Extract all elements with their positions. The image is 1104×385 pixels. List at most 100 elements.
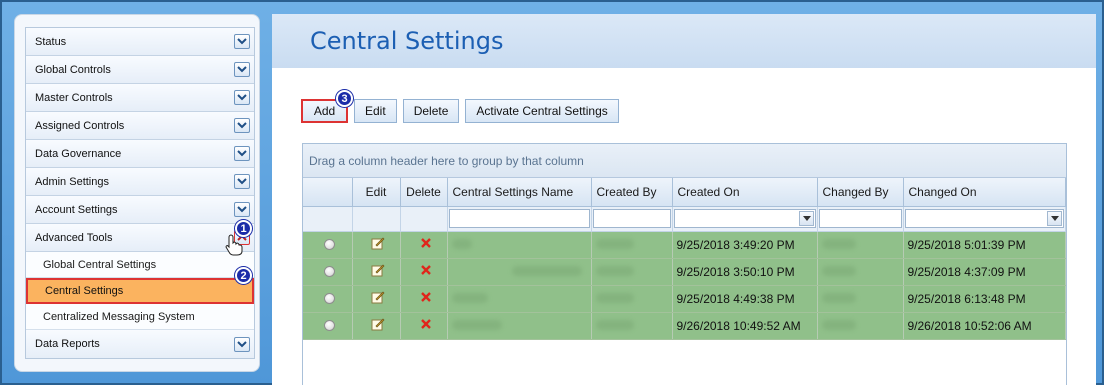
created-on-cell: 9/25/2018 3:49:20 PM <box>672 231 818 259</box>
changed-on-cell: 9/25/2018 4:37:09 PM <box>903 258 1066 286</box>
delete-icon[interactable] <box>420 318 432 330</box>
redacted-changed-by <box>821 319 856 330</box>
sidebar-subitem-global-central-settings[interactable]: Global Central Settings <box>26 252 254 278</box>
central-settings-grid: Drag a column header here to group by th… <box>302 143 1067 385</box>
delete-icon[interactable] <box>420 291 432 303</box>
sidebar-item-status[interactable]: Status <box>26 28 254 56</box>
edit-icon[interactable] <box>371 263 385 277</box>
name-filter-input[interactable] <box>448 209 590 228</box>
page-title: Central Settings <box>310 27 504 55</box>
redacted-created-by <box>595 292 634 303</box>
edit-icon[interactable] <box>371 236 385 250</box>
created-on-filter-input[interactable] <box>673 209 816 228</box>
sidebar-item-global-controls[interactable]: Global Controls <box>26 56 254 84</box>
table-row[interactable]: 9/25/2018 4:49:38 PM 9/25/2018 6:13:48 P… <box>303 285 1066 313</box>
changed-on-cell: 9/25/2018 6:13:48 PM <box>903 285 1066 313</box>
created-on-cell: 9/26/2018 10:49:52 AM <box>672 312 818 340</box>
sidebar-item-master-controls[interactable]: Master Controls <box>26 84 254 112</box>
step-badge-2: 2 <box>235 267 252 284</box>
column-header-select <box>303 178 353 207</box>
sidebar-subitem-central-settings[interactable]: Central Settings <box>26 278 254 304</box>
sidebar-item-label: Master Controls <box>35 91 113 104</box>
dropdown-arrow-icon[interactable] <box>798 211 814 226</box>
sidebar-item-assigned-controls[interactable]: Assigned Controls <box>26 112 254 140</box>
dropdown-arrow-icon[interactable] <box>1046 211 1062 226</box>
column-header-delete[interactable]: Delete <box>400 178 448 207</box>
redacted-name <box>511 265 582 276</box>
edit-icon[interactable] <box>371 317 385 331</box>
chevron-down-icon[interactable] <box>234 118 250 133</box>
row-select-radio[interactable] <box>323 239 335 250</box>
page-header: Central Settings <box>272 14 1096 68</box>
delete-icon[interactable] <box>420 237 432 249</box>
table-row[interactable]: 9/26/2018 10:49:52 AM 9/26/2018 10:52:06… <box>303 312 1066 340</box>
redacted-changed-by <box>821 238 856 249</box>
changed-by-filter-input[interactable] <box>818 209 902 228</box>
changed-on-cell: 9/26/2018 10:52:06 AM <box>903 312 1066 340</box>
column-header-created-on[interactable]: Created On <box>672 178 818 207</box>
changed-on-cell: 9/25/2018 5:01:39 PM <box>903 231 1066 259</box>
sidebar-item-label: Advanced Tools <box>35 231 113 244</box>
edit-icon[interactable] <box>371 290 385 304</box>
sidebar-item-admin-settings[interactable]: Admin Settings <box>26 168 254 196</box>
group-by-panel[interactable]: Drag a column header here to group by th… <box>303 144 1066 178</box>
redacted-changed-by <box>821 292 856 303</box>
sidebar-item-data-governance[interactable]: Data Governance <box>26 140 254 168</box>
sidebar-item-label: Account Settings <box>35 203 118 216</box>
edit-button[interactable]: Edit <box>354 99 397 123</box>
column-header-edit[interactable]: Edit <box>352 178 401 207</box>
sidebar-item-label: Admin Settings <box>35 175 109 188</box>
filter-row <box>303 206 1066 232</box>
chevron-down-icon[interactable] <box>234 202 250 217</box>
column-header-changed-by[interactable]: Changed By <box>817 178 904 207</box>
chevron-down-icon[interactable] <box>234 34 250 49</box>
row-select-radio[interactable] <box>323 266 335 277</box>
hand-cursor-icon <box>225 234 243 256</box>
column-header-changed-on[interactable]: Changed On <box>903 178 1066 207</box>
created-on-cell: 9/25/2018 3:50:10 PM <box>672 258 818 286</box>
redacted-created-by <box>595 238 634 249</box>
chevron-down-icon[interactable] <box>234 62 250 77</box>
sidebar-item-label: Assigned Controls <box>35 119 125 132</box>
chevron-down-icon[interactable] <box>234 174 250 189</box>
step-badge-3: 3 <box>336 90 353 107</box>
sidebar-item-advanced-tools[interactable]: Advanced Tools <box>26 224 254 252</box>
sidebar-subitem-label: Central Settings <box>45 285 124 297</box>
sidebar-item-label: Status <box>35 35 67 48</box>
sidebar-item-label: Data Governance <box>35 147 122 160</box>
column-header-created-by[interactable]: Created By <box>591 178 673 207</box>
redacted-created-by <box>595 319 634 330</box>
table-row[interactable]: 9/25/2018 3:49:20 PM 9/25/2018 5:01:39 P… <box>303 231 1066 259</box>
sidebar-menu: Status Global Controls Master Controls A… <box>25 27 255 359</box>
sidebar-item-label: Global Controls <box>35 63 111 76</box>
sidebar-item-label: Data Reports <box>35 338 100 350</box>
sidebar-item-data-reports[interactable]: Data Reports <box>26 330 254 358</box>
chevron-down-icon[interactable] <box>234 336 250 352</box>
sidebar-subitem-label: Global Central Settings <box>43 258 157 271</box>
step-badge-1: 1 <box>235 220 252 237</box>
sidebar-subitem-centralized-messaging-system[interactable]: Centralized Messaging System <box>26 304 254 330</box>
redacted-name <box>451 319 502 330</box>
column-header-name[interactable]: Central Settings Name <box>447 178 592 207</box>
chevron-down-icon[interactable] <box>234 146 250 161</box>
redacted-created-by <box>595 265 634 276</box>
sidebar-subitem-label: Centralized Messaging System <box>43 310 195 323</box>
row-select-radio[interactable] <box>323 320 335 331</box>
main-panel: Central Settings Add Edit Delete Activat… <box>272 14 1096 385</box>
sidebar: Status Global Controls Master Controls A… <box>14 14 260 372</box>
changed-on-filter-input[interactable] <box>904 209 1064 228</box>
created-on-cell: 9/25/2018 4:49:38 PM <box>672 285 818 313</box>
delete-button[interactable]: Delete <box>402 99 460 123</box>
redacted-name <box>451 238 472 249</box>
table-row[interactable]: 9/25/2018 3:50:10 PM 9/25/2018 4:37:09 P… <box>303 258 1066 286</box>
redacted-changed-by <box>821 265 856 276</box>
delete-icon[interactable] <box>420 264 432 276</box>
redacted-name <box>451 292 488 303</box>
sidebar-item-account-settings[interactable]: Account Settings <box>26 196 254 224</box>
activate-central-settings-button[interactable]: Activate Central Settings <box>465 99 619 123</box>
grid-table: Edit Delete Central Settings Name Create… <box>303 178 1066 340</box>
created-by-filter-input[interactable] <box>592 209 671 228</box>
row-select-radio[interactable] <box>323 293 335 304</box>
header-row: Edit Delete Central Settings Name Create… <box>303 178 1066 207</box>
chevron-down-icon[interactable] <box>234 90 250 105</box>
